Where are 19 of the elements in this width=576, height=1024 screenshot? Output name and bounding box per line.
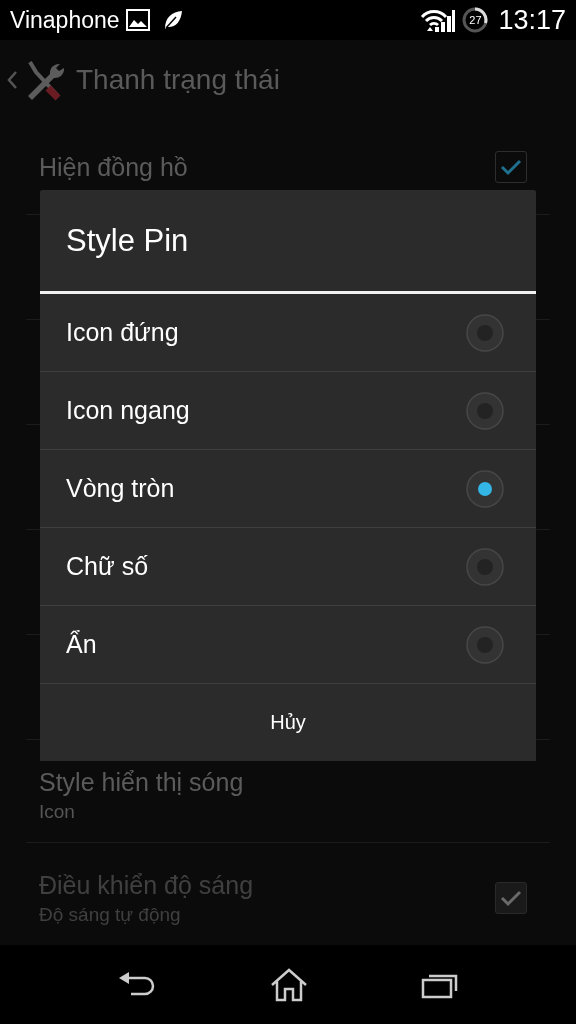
- battery-indicator: 27: [462, 7, 489, 33]
- screen-title: Thanh trạng thái: [76, 64, 280, 96]
- wifi-signal-icon: [420, 8, 457, 32]
- home-icon[interactable]: [270, 967, 308, 1002]
- dialog-title: Style Pin: [66, 222, 189, 259]
- radio-button[interactable]: [466, 313, 504, 352]
- radio-button[interactable]: [466, 547, 504, 586]
- picture-icon: [125, 9, 150, 31]
- radio-button[interactable]: [466, 625, 504, 664]
- setting-title: Style hiển thị sóng: [39, 767, 244, 797]
- setting-title: Hiện đồng hồ: [39, 152, 188, 182]
- radio-button[interactable]: [466, 469, 504, 508]
- carrier-name: Vinaphone: [10, 6, 120, 34]
- clock: 13:17: [498, 4, 566, 36]
- setting-summary: Icon: [39, 800, 75, 823]
- checkmark-icon: [500, 158, 522, 176]
- radio-button[interactable]: [466, 391, 504, 430]
- checkbox[interactable]: [495, 151, 527, 183]
- checkmark-icon: [500, 889, 522, 907]
